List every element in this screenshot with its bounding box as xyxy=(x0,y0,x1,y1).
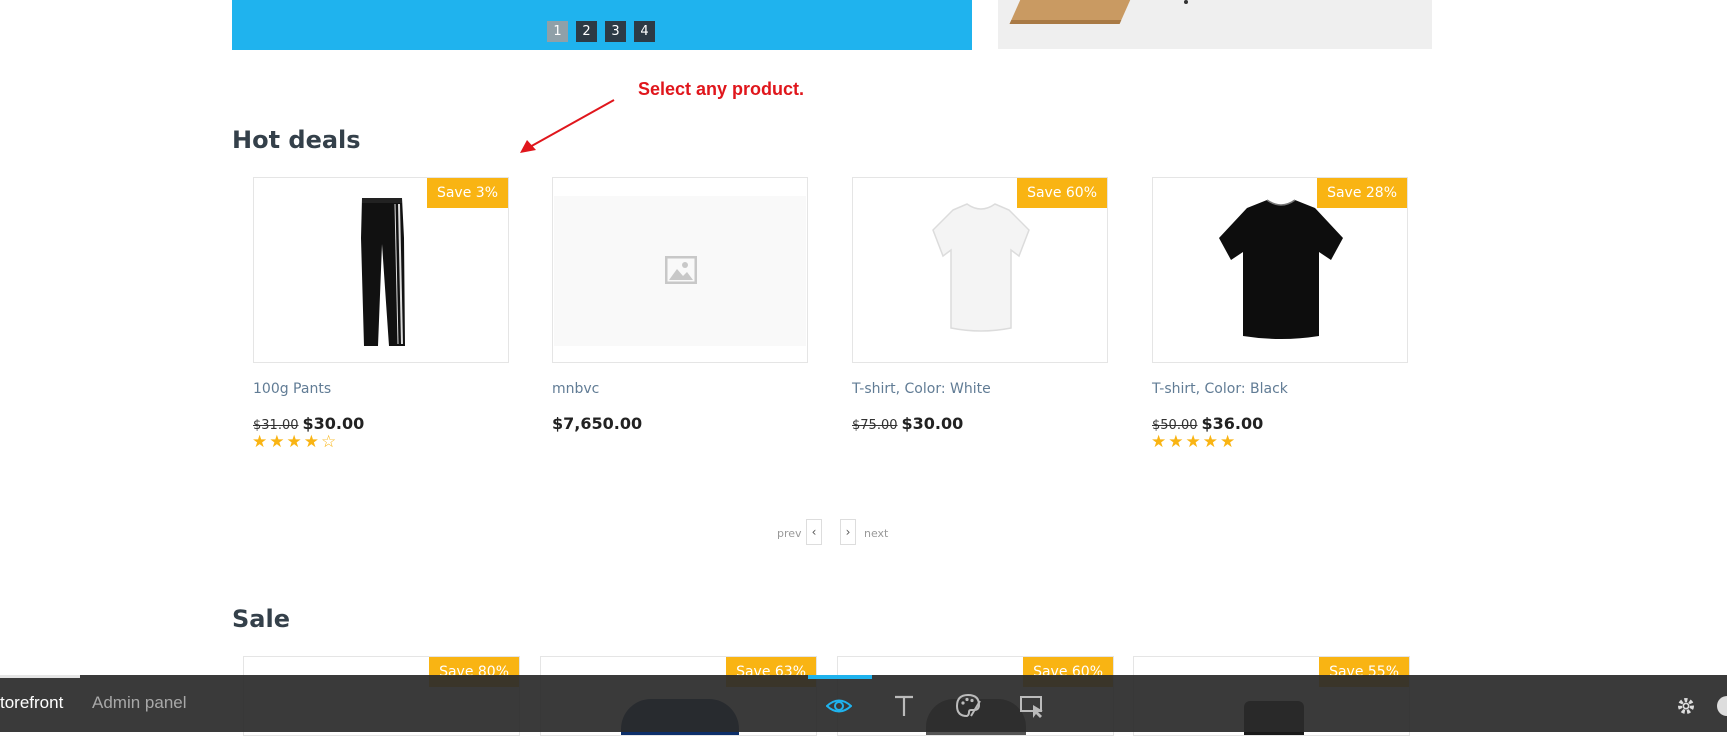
old-price: $50.00 xyxy=(1152,418,1198,433)
image-placeholder-icon xyxy=(665,256,697,284)
pager-prev-button[interactable]: ‹ xyxy=(806,519,822,545)
gear-icon[interactable] xyxy=(1676,696,1696,716)
discount-badge: Save 28% xyxy=(1317,178,1407,208)
current-price: $30.00 xyxy=(901,414,964,433)
banner-page-4[interactable]: 4 xyxy=(634,21,655,42)
banner-page-2[interactable]: 2 xyxy=(576,21,597,42)
product-price: $7,650.00 xyxy=(552,414,642,433)
bottom-toolbar: torefront Admin panel xyxy=(0,675,1727,732)
product-image-white-tshirt[interactable]: Save 60% xyxy=(852,177,1108,363)
mode-indicator xyxy=(808,675,872,679)
product-image-black-tshirt[interactable]: Save 28% xyxy=(1152,177,1408,363)
side-banner[interactable] xyxy=(998,0,1432,49)
active-tab-indicator xyxy=(0,675,80,678)
product-price: $50.00 $36.00 xyxy=(1152,414,1263,433)
current-price: $36.00 xyxy=(1201,414,1264,433)
annotation-arrow-icon xyxy=(520,99,615,153)
help-icon[interactable] xyxy=(1717,696,1727,716)
product-image-placeholder[interactable] xyxy=(552,177,808,363)
banner-pagination: 1 2 3 4 xyxy=(547,21,655,42)
product-price: $31.00 $30.00 xyxy=(253,414,364,433)
storefront-tab[interactable]: torefront xyxy=(0,693,63,713)
sale-title: Sale xyxy=(232,605,290,633)
product-name[interactable]: T-shirt, Color: White xyxy=(852,381,991,397)
banner-page-3[interactable]: 3 xyxy=(605,21,626,42)
product-image-pants[interactable]: Save 3% xyxy=(253,177,509,363)
banner-fragment xyxy=(1184,0,1188,4)
rating-stars: ★★★★★ xyxy=(1151,432,1238,452)
cursor-select-icon[interactable] xyxy=(1019,693,1045,719)
pager-prev-label[interactable]: prev xyxy=(777,527,802,540)
annotation-text: Select any product. xyxy=(638,79,805,99)
product-price: $75.00 $30.00 xyxy=(852,414,963,433)
current-price: $7,650.00 xyxy=(552,414,643,433)
eye-icon[interactable] xyxy=(826,693,852,719)
product-name[interactable]: 100g Pants xyxy=(253,381,331,397)
product-name[interactable]: mnbvc xyxy=(552,381,599,397)
old-price: $31.00 xyxy=(253,418,299,433)
pager-next-button[interactable]: › xyxy=(840,519,856,545)
text-icon[interactable] xyxy=(891,693,917,719)
chevron-left-icon: ‹ xyxy=(811,525,817,539)
pager-next-label[interactable]: next xyxy=(864,527,888,540)
cardboard-box-image xyxy=(1009,0,1137,24)
current-price: $30.00 xyxy=(302,414,365,433)
hot-deals-title: Hot deals xyxy=(232,126,361,154)
discount-badge: Save 60% xyxy=(1017,178,1107,208)
discount-badge: Save 3% xyxy=(426,178,508,208)
palette-icon[interactable] xyxy=(955,693,981,719)
rating-stars: ★★★★☆ xyxy=(252,432,339,452)
banner-page-1[interactable]: 1 xyxy=(547,21,568,42)
product-name[interactable]: T-shirt, Color: Black xyxy=(1152,381,1288,397)
old-price: $75.00 xyxy=(852,418,898,433)
chevron-right-icon: › xyxy=(845,525,851,539)
admin-panel-tab[interactable]: Admin panel xyxy=(92,693,187,713)
main-banner[interactable]: 1 2 3 4 xyxy=(232,0,972,50)
